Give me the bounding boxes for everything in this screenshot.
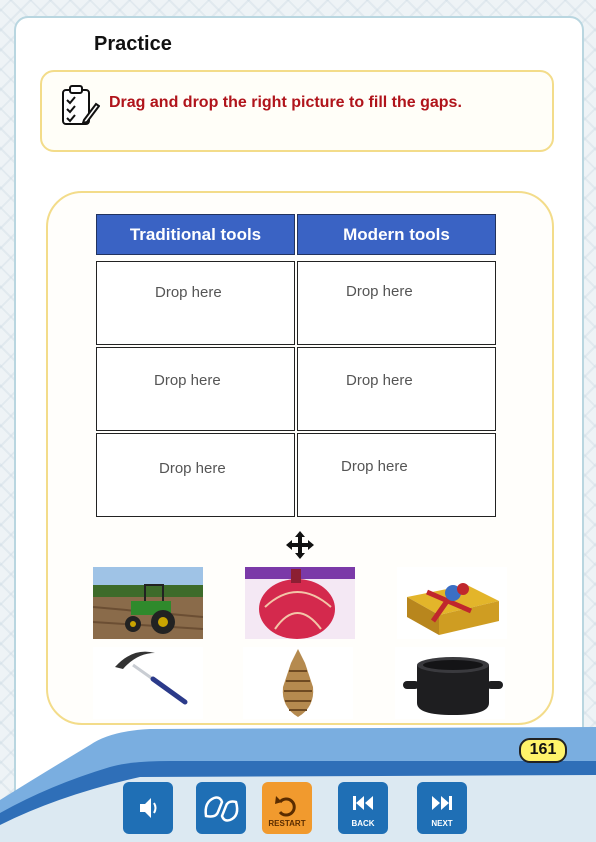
- gourd-illustration: [245, 567, 355, 639]
- drop-zone-label: Drop here: [155, 284, 222, 301]
- drop-zone-label: Drop here: [159, 460, 226, 477]
- woven-basket-picture[interactable]: [243, 647, 353, 719]
- cooking-pot-illustration: [395, 647, 505, 719]
- gift-box-picture[interactable]: [397, 567, 507, 639]
- gift-box-illustration: [397, 567, 507, 639]
- drop-zone-label: Drop here: [341, 458, 408, 475]
- header-traditional-tools: Traditional tools: [96, 214, 295, 255]
- drop-zone-modern-2[interactable]: Drop here: [297, 347, 496, 431]
- next-button[interactable]: NEXT: [417, 782, 467, 834]
- page-title: Practice: [94, 33, 172, 55]
- audio-button[interactable]: [123, 782, 173, 834]
- checklist-icon: [62, 85, 100, 125]
- gourd-picture[interactable]: [245, 567, 355, 639]
- drop-zone-label: Drop here: [154, 372, 221, 389]
- page-number-badge: 161: [519, 738, 567, 763]
- drop-zone-label: Drop here: [346, 283, 413, 300]
- drop-zone-traditional-1[interactable]: Drop here: [96, 261, 295, 345]
- cooking-pot-picture[interactable]: [395, 647, 505, 719]
- drop-zone-modern-1[interactable]: Drop here: [297, 261, 496, 345]
- header-modern-tools: Modern tools: [297, 214, 496, 255]
- drop-zone-traditional-2[interactable]: Drop here: [96, 347, 295, 431]
- restart-button[interactable]: RESTART: [262, 782, 312, 834]
- tractor-illustration: [93, 567, 203, 639]
- drop-zone-label: Drop here: [346, 372, 413, 389]
- sign-language-icon: [204, 796, 239, 822]
- back-button[interactable]: BACK: [338, 782, 388, 834]
- woven-basket-illustration: [243, 647, 353, 719]
- sickle-picture[interactable]: [93, 647, 203, 719]
- move-cursor-icon: [286, 531, 314, 559]
- drop-zone-traditional-3[interactable]: Drop here: [96, 433, 295, 517]
- next-label: NEXT: [431, 819, 453, 828]
- speaker-icon: [140, 798, 157, 818]
- sign-language-button[interactable]: [196, 782, 246, 834]
- instruction-text: Drag and drop the right picture to fill …: [109, 94, 462, 111]
- restart-label: RESTART: [268, 819, 306, 828]
- tractor-picture[interactable]: [93, 567, 203, 639]
- back-label: BACK: [351, 819, 375, 828]
- sickle-illustration: [93, 647, 203, 719]
- drop-zone-modern-3[interactable]: Drop here: [297, 433, 496, 517]
